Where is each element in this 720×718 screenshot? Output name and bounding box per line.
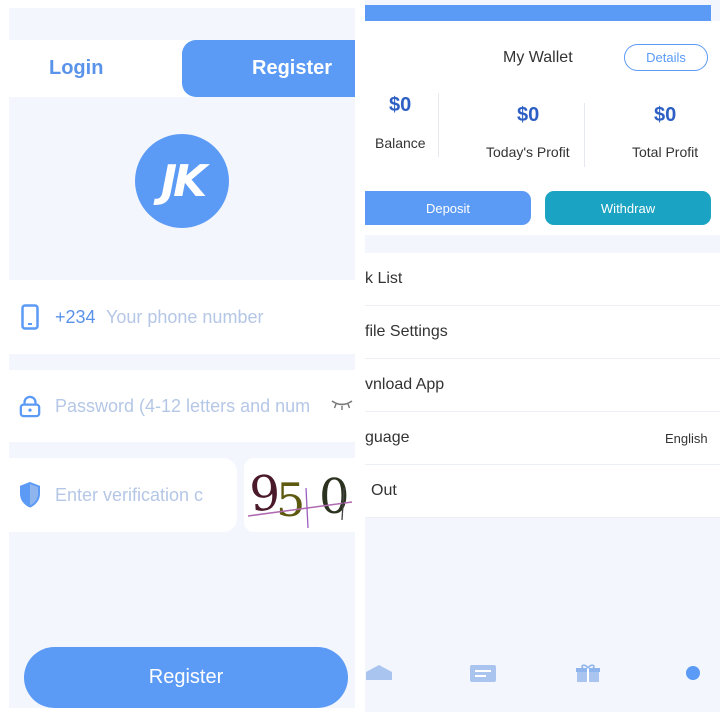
stat-divider <box>438 93 439 157</box>
svg-text:5: 5 <box>276 473 305 527</box>
deposit-button[interactable]: Deposit <box>365 191 531 225</box>
auth-tabs: Login Register <box>9 40 355 97</box>
logo-area: JK <box>9 97 355 280</box>
phone-input-placeholder: Your phone number <box>106 306 264 327</box>
password-input-placeholder: Password (4-12 letters and num <box>55 395 311 416</box>
phone-country-code: +234 <box>55 306 96 327</box>
verification-input-placeholder: Enter verification c <box>55 485 204 505</box>
withdraw-button[interactable]: Withdraw <box>545 191 711 225</box>
wallet-title: My Wallet <box>503 49 573 66</box>
tab-register[interactable]: Register <box>182 40 355 97</box>
todays-profit-label: Today's Profit <box>486 144 570 160</box>
details-button[interactable]: Details <box>624 44 708 71</box>
total-profit-value: $0 <box>654 104 677 126</box>
home-icon[interactable] <box>365 664 393 685</box>
menu-item-label: guage <box>365 429 410 446</box>
balance-label: Balance <box>375 135 426 151</box>
app-logo: JK <box>135 134 229 228</box>
menu-item-task-list[interactable]: k List <box>365 253 720 306</box>
wallet-card: My Wallet Details $0 Balance $0 Today's … <box>365 21 720 235</box>
eye-closed-icon[interactable] <box>331 398 353 417</box>
language-value: English <box>665 430 708 446</box>
verification-field[interactable]: Enter verification c <box>9 458 237 532</box>
profile-icon[interactable] <box>685 665 701 686</box>
menu-item-label: k List <box>365 270 403 287</box>
phone-field[interactable]: +234 Your phone number <box>9 280 355 354</box>
orders-icon[interactable] <box>469 664 497 687</box>
shield-icon <box>19 482 41 508</box>
menu-item-download-app[interactable]: vnload App <box>365 359 720 412</box>
phone-icon <box>19 304 41 330</box>
header-bar <box>365 5 711 21</box>
menu-item-label: Out <box>371 482 397 499</box>
register-screen: Login Register JK +234 Your phone number… <box>9 8 355 708</box>
total-profit-label: Total Profit <box>632 144 699 160</box>
menu-item-label: file Settings <box>365 323 448 340</box>
screenshot-collage: Login Register JK +234 Your phone number… <box>0 0 720 718</box>
menu-item-language[interactable]: guage English <box>365 412 720 465</box>
tab-login[interactable]: Login <box>9 40 181 97</box>
todays-profit-value: $0 <box>517 104 540 126</box>
bottom-nav <box>365 652 720 696</box>
register-button[interactable]: Register <box>24 647 348 708</box>
menu-item-log-out[interactable]: Out <box>365 465 720 518</box>
captcha-image[interactable]: 9 5 0 <box>244 458 355 532</box>
gift-icon[interactable] <box>575 664 601 687</box>
status-area <box>9 8 355 38</box>
menu-item-label: vnload App <box>365 376 445 393</box>
balance-value: $0 <box>389 94 412 116</box>
wallet-screen: My Wallet Details $0 Balance $0 Today's … <box>365 0 720 712</box>
lock-icon <box>19 393 41 419</box>
stat-divider <box>584 103 585 167</box>
password-field[interactable]: Password (4-12 letters and num <box>9 370 355 442</box>
menu-item-profile-settings[interactable]: file Settings <box>365 306 720 359</box>
account-menu: k List file Settings vnload App guage En… <box>365 253 720 518</box>
logo-text: JK <box>160 155 208 207</box>
svg-text:0: 0 <box>319 469 350 525</box>
